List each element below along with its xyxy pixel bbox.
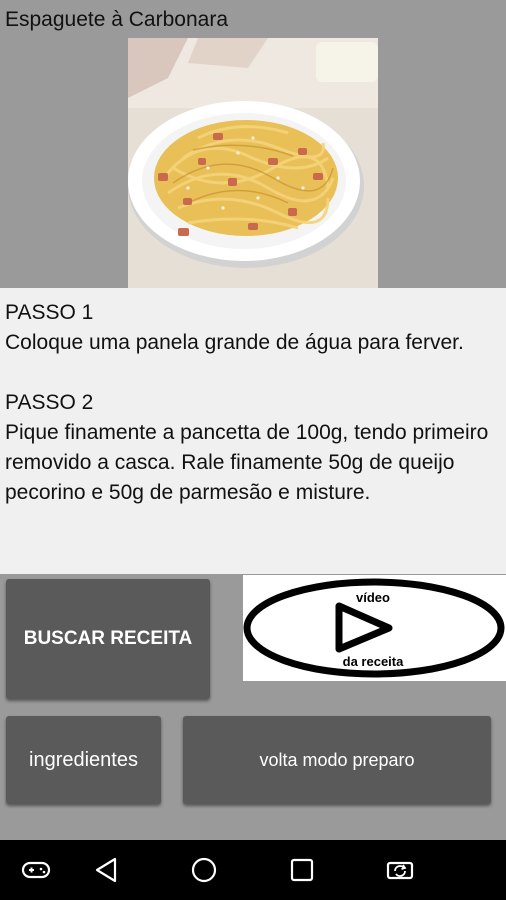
- recents-icon[interactable]: [286, 854, 318, 886]
- step-1-text: Coloque uma panela grande de água para f…: [5, 331, 464, 354]
- video-top-label: vídeo: [356, 590, 390, 605]
- play-icon: [335, 602, 393, 653]
- gamepad-icon[interactable]: [20, 854, 52, 886]
- video-bottom-label: da receita: [343, 654, 404, 669]
- spaghetti-carbonara-photo: [128, 38, 378, 288]
- step-1: PASSO 1 Coloque uma panela grande de águ…: [5, 298, 501, 358]
- steps-panel: PASSO 1 Coloque uma panela grande de águ…: [0, 288, 506, 574]
- video-receita-button[interactable]: vídeo da receita: [243, 575, 506, 681]
- step-2: PASSO 2 Pique finamente a pancetta de 10…: [5, 388, 501, 508]
- step-1-heading: PASSO 1: [5, 301, 94, 324]
- screen-rotate-icon[interactable]: [384, 854, 416, 886]
- buscar-receita-button[interactable]: BUSCAR RECEITA: [6, 579, 210, 699]
- back-icon[interactable]: [91, 854, 123, 886]
- home-icon[interactable]: [188, 854, 220, 886]
- title-bar: Espaguete à Carbonara: [0, 0, 506, 38]
- navigation-bar: [0, 840, 506, 900]
- step-2-text: Pique finamente a pancetta de 100g, tend…: [5, 421, 489, 504]
- ingredientes-button[interactable]: ingredientes: [6, 716, 161, 804]
- recipe-title: Espaguete à Carbonara: [5, 8, 228, 31]
- step-2-heading: PASSO 2: [5, 391, 94, 414]
- volta-modo-preparo-button[interactable]: volta modo preparo: [183, 716, 491, 804]
